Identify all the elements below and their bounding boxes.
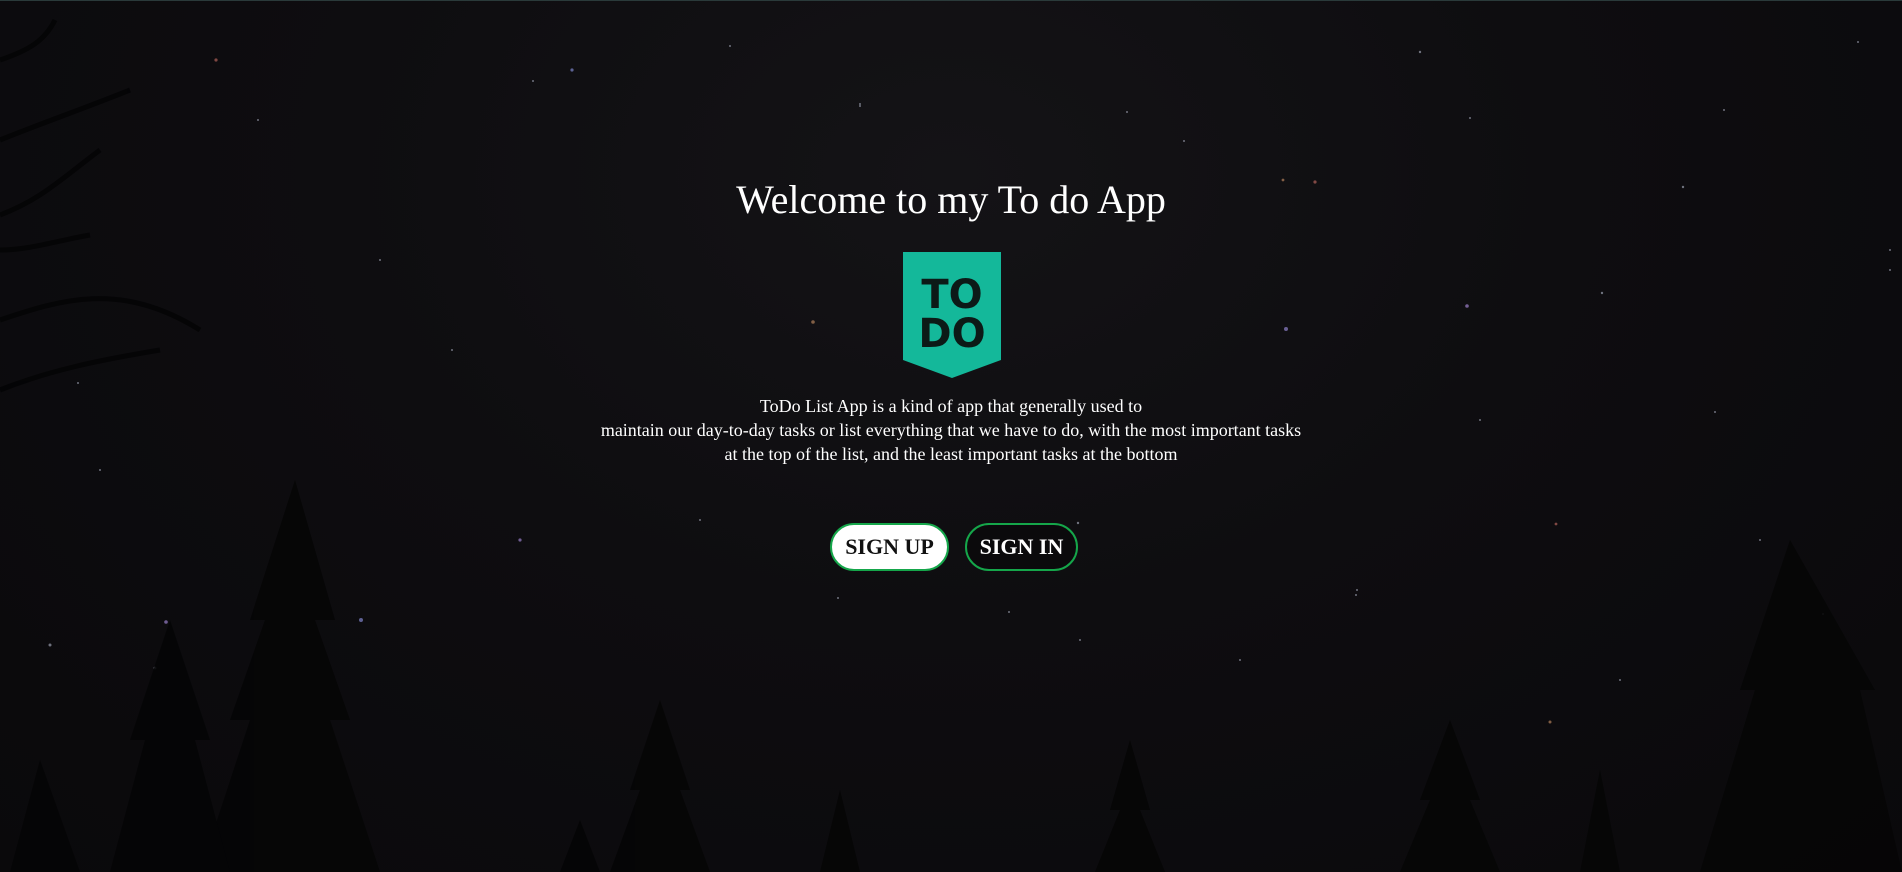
description-line-1: ToDo List App is a kind of app that gene… <box>759 396 1143 416</box>
description-line-2: maintain our day-to-day tasks or list ev… <box>600 420 1302 440</box>
landing-page: Welcome to my To do App TO DO ToDo List … <box>0 0 1902 872</box>
sign-in-button[interactable]: SIGN IN <box>965 523 1078 571</box>
description-line-3: at the top of the list, and the least im… <box>724 444 1178 464</box>
app-description: ToDo List App is a kind of app that gene… <box>0 394 1902 466</box>
auth-buttons: SIGN UP SIGN IN <box>0 523 1902 571</box>
todo-logo-icon: TO DO <box>903 252 1001 378</box>
page-title: Welcome to my To do App <box>736 177 1166 222</box>
logo-text-bottom: DO <box>918 311 985 357</box>
sign-up-button[interactable]: SIGN UP <box>830 523 949 571</box>
